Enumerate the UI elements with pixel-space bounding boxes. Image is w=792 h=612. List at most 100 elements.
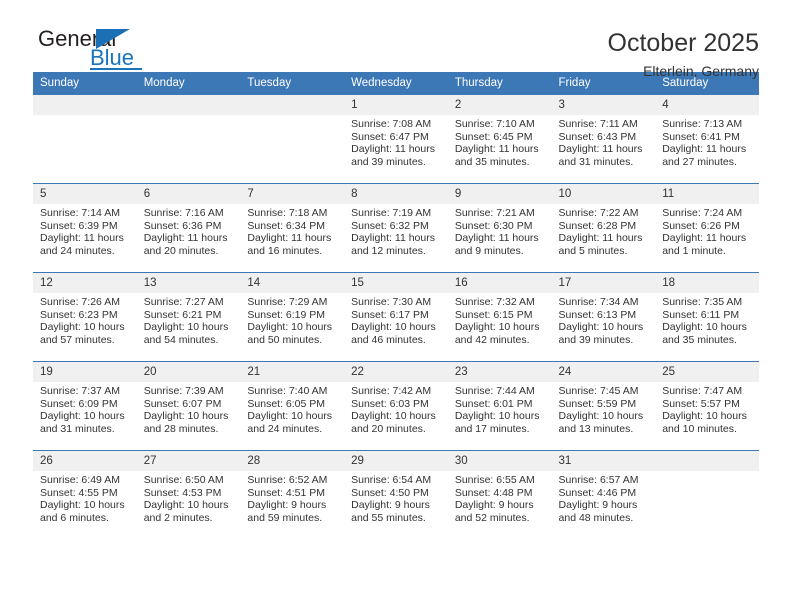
day-number: 30 xyxy=(447,451,552,471)
calendar-day-cell[interactable]: 10 Sunrise: 7:22 AM Sunset: 6:28 PM Dayligh… xyxy=(551,183,656,273)
daylight-text: Daylight: 10 hours xyxy=(351,410,436,423)
day-cell-inner: 28 Sunrise: 6:52 AM Sunset: 4:51 PM Dayligh… xyxy=(240,451,345,539)
day-cell-inner: 17 Sunrise: 7:34 AM Sunset: 6:13 PM Dayligh… xyxy=(551,273,656,361)
calendar-day-cell[interactable]: 5 Sunrise: 7:14 AM Sunset: 6:39 PM Daylight… xyxy=(33,183,137,273)
sunrise-text: Sunrise: 7:27 AM xyxy=(143,296,224,308)
day-cell-inner: 12 Sunrise: 7:26 AM Sunset: 6:23 PM Dayligh… xyxy=(33,273,137,361)
calendar-day-cell[interactable]: 24 Sunrise: 7:45 AM Sunset: 5:59 PM Dayligh… xyxy=(551,361,656,451)
sunrise-text: Sunrise: 7:30 AM xyxy=(351,296,432,308)
sunset-text: Sunset: 6:30 PM xyxy=(454,219,533,232)
calendar-day-cell[interactable]: 31 Sunrise: 6:57 AM Sunset: 4:46 PM Dayligh… xyxy=(551,450,656,539)
day-cell-inner: 7 Sunrise: 7:18 AM Sunset: 6:34 PM Daylight… xyxy=(240,184,345,272)
calendar-day-cell[interactable]: 16 Sunrise: 7:32 AM Sunset: 6:15 PM Dayligh… xyxy=(447,272,552,362)
calendar-day-cell[interactable]: 13 Sunrise: 7:27 AM Sunset: 6:21 PM Dayligh… xyxy=(136,272,241,362)
day-cell-inner: 21 Sunrise: 7:40 AM Sunset: 6:05 PM Dayligh… xyxy=(240,362,345,450)
sunset-text: Sunset: 5:57 PM xyxy=(662,397,740,410)
sunset-text: Sunset: 6:03 PM xyxy=(351,397,429,410)
calendar-day-cell[interactable]: 12 Sunrise: 7:26 AM Sunset: 6:23 PM Dayligh… xyxy=(33,272,137,362)
sunrise-text: Sunrise: 6:52 AM xyxy=(247,474,328,486)
day-sun-info: Sunrise: 7:34 AM Sunset: 6:13 PM Daylight:… xyxy=(552,293,656,346)
calendar-day-cell[interactable]: 2 Sunrise: 7:10 AM Sunset: 6:45 PM Daylight… xyxy=(447,94,552,184)
sunset-text: Sunset: 6:32 PM xyxy=(351,219,429,232)
day-cell-inner: 6 Sunrise: 7:16 AM Sunset: 6:36 PM Daylight… xyxy=(136,184,241,272)
sunset-text: Sunset: 6:34 PM xyxy=(247,219,326,232)
page-title: October 2025 xyxy=(607,29,760,57)
daylight-text: Daylight: 11 hours xyxy=(662,232,747,245)
day-sun-info: Sunrise: 7:32 AM Sunset: 6:15 PM Daylight:… xyxy=(448,293,552,346)
daylight-text: and 39 minutes. xyxy=(558,333,634,346)
day-number: 4 xyxy=(655,95,759,115)
day-cell-inner: 1 Sunrise: 7:08 AM Sunset: 6:47 PM Daylight… xyxy=(344,95,448,183)
day-cell-inner: 11 Sunrise: 7:24 AM Sunset: 6:26 PM Dayligh… xyxy=(655,184,759,272)
day-cell-inner xyxy=(655,451,759,539)
calendar-day-cell[interactable]: 14 Sunrise: 7:29 AM Sunset: 6:19 PM Dayligh… xyxy=(240,272,345,362)
calendar-day-cell[interactable]: 30 Sunrise: 6:55 AM Sunset: 4:48 PM Dayligh… xyxy=(447,450,552,539)
calendar-day-cell[interactable]: 25 Sunrise: 7:47 AM Sunset: 5:57 PM Dayligh… xyxy=(655,361,759,451)
calendar-day-cell[interactable]: 23 Sunrise: 7:44 AM Sunset: 6:01 PM Dayligh… xyxy=(447,361,552,451)
daylight-text: Daylight: 10 hours xyxy=(40,410,125,423)
daylight-text: Daylight: 10 hours xyxy=(40,499,125,512)
sunset-text: Sunset: 6:23 PM xyxy=(40,308,118,321)
sunset-text: Sunset: 6:19 PM xyxy=(247,308,326,321)
logo-underline xyxy=(90,68,142,70)
calendar-day-cell[interactable]: 7 Sunrise: 7:18 AM Sunset: 6:34 PM Daylight… xyxy=(240,183,345,273)
sunset-text: Sunset: 6:17 PM xyxy=(351,308,429,321)
calendar-day-cell[interactable]: 11 Sunrise: 7:24 AM Sunset: 6:26 PM Dayligh… xyxy=(655,183,759,273)
sunset-text: Sunset: 6:47 PM xyxy=(351,130,429,143)
day-cell-inner: 22 Sunrise: 7:42 AM Sunset: 6:03 PM Dayligh… xyxy=(344,362,448,450)
calendar-day-cell[interactable]: 18 Sunrise: 7:35 AM Sunset: 6:11 PM Dayligh… xyxy=(655,272,759,362)
calendar-day-cell[interactable]: 26 Sunrise: 6:49 AM Sunset: 4:55 PM Dayligh… xyxy=(33,450,137,539)
day-number: 28 xyxy=(240,451,345,471)
sunset-text: Sunset: 4:55 PM xyxy=(40,486,118,499)
daylight-text: and 20 minutes. xyxy=(143,244,219,257)
calendar-day-cell[interactable]: 21 Sunrise: 7:40 AM Sunset: 6:05 PM Dayligh… xyxy=(240,361,345,451)
daylight-text: and 2 minutes. xyxy=(143,511,213,524)
day-number: 29 xyxy=(344,451,448,471)
day-sun-info: Sunrise: 7:27 AM Sunset: 6:21 PM Daylight:… xyxy=(137,293,241,346)
sunrise-text: Sunrise: 7:40 AM xyxy=(247,385,328,397)
calendar-day-cell[interactable]: 19 Sunrise: 7:37 AM Sunset: 6:09 PM Dayligh… xyxy=(33,361,137,451)
day-cell-inner: 8 Sunrise: 7:19 AM Sunset: 6:32 PM Daylight… xyxy=(344,184,448,272)
calendar-day-cell[interactable]: 17 Sunrise: 7:34 AM Sunset: 6:13 PM Dayligh… xyxy=(551,272,656,362)
sunrise-text: Sunrise: 7:18 AM xyxy=(247,207,328,219)
sunrise-text: Sunrise: 7:35 AM xyxy=(662,296,743,308)
calendar-day-cell[interactable]: 27 Sunrise: 6:50 AM Sunset: 4:53 PM Dayligh… xyxy=(136,450,241,539)
calendar-day-cell[interactable]: 8 Sunrise: 7:19 AM Sunset: 6:32 PM Daylight… xyxy=(344,183,448,273)
day-number: 20 xyxy=(136,362,241,382)
day-number xyxy=(136,95,241,115)
general-blue-logo[interactable]: General Blue xyxy=(33,26,143,74)
calendar-day-cell[interactable]: 20 Sunrise: 7:39 AM Sunset: 6:07 PM Dayligh… xyxy=(136,361,241,451)
sunrise-sunset-calendar: Sunday Monday Tuesday Wednesday Thursday Frid… xyxy=(33,72,759,539)
day-cell-inner: 24 Sunrise: 7:45 AM Sunset: 5:59 PM Dayligh… xyxy=(551,362,656,450)
daylight-text: Daylight: 11 hours xyxy=(40,232,124,245)
daylight-text: Daylight: 10 hours xyxy=(454,410,540,423)
day-sun-info: Sunrise: 7:45 AM Sunset: 5:59 PM Daylight:… xyxy=(552,382,656,435)
sunset-text: Sunset: 6:39 PM xyxy=(40,219,118,232)
day-number: 5 xyxy=(33,184,137,204)
calendar-day-cell[interactable]: 28 Sunrise: 6:52 AM Sunset: 4:51 PM Dayligh… xyxy=(240,450,345,539)
daylight-text: and 31 minutes. xyxy=(40,422,115,435)
calendar-day-cell[interactable]: 15 Sunrise: 7:30 AM Sunset: 6:17 PM Dayligh… xyxy=(344,272,448,362)
sunrise-text: Sunrise: 7:21 AM xyxy=(454,207,535,219)
sunrise-text: Sunrise: 7:14 AM xyxy=(40,207,120,219)
daylight-text: and 9 minutes. xyxy=(454,244,524,257)
calendar-day-cell[interactable]: 6 Sunrise: 7:16 AM Sunset: 6:36 PM Daylight… xyxy=(136,183,241,273)
day-cell-inner: 3 Sunrise: 7:11 AM Sunset: 6:43 PM Daylight… xyxy=(551,95,656,183)
sunset-text: Sunset: 6:41 PM xyxy=(662,130,740,143)
calendar-day-cell[interactable]: 3 Sunrise: 7:11 AM Sunset: 6:43 PM Daylight… xyxy=(551,94,656,184)
day-number: 31 xyxy=(551,451,656,471)
calendar-day-cell[interactable]: 22 Sunrise: 7:42 AM Sunset: 6:03 PM Dayligh… xyxy=(344,361,448,451)
calendar-day-cell[interactable]: 9 Sunrise: 7:21 AM Sunset: 6:30 PM Daylight… xyxy=(447,183,552,273)
sunset-text: Sunset: 6:15 PM xyxy=(454,308,533,321)
day-sun-info: Sunrise: 6:52 AM Sunset: 4:51 PM Daylight:… xyxy=(240,471,344,524)
calendar-day-cell[interactable]: 1 Sunrise: 7:08 AM Sunset: 6:47 PM Daylight… xyxy=(344,94,448,184)
calendar-day-cell[interactable]: 4 Sunrise: 7:13 AM Sunset: 6:41 PM Daylight… xyxy=(655,94,759,184)
day-cell-inner: 26 Sunrise: 6:49 AM Sunset: 4:55 PM Dayligh… xyxy=(33,451,137,539)
day-cell-inner: 9 Sunrise: 7:21 AM Sunset: 6:30 PM Daylight… xyxy=(447,184,552,272)
daylight-text: Daylight: 10 hours xyxy=(351,321,436,334)
day-sun-info: Sunrise: 6:54 AM Sunset: 4:50 PM Daylight:… xyxy=(344,471,448,524)
calendar-day-cell[interactable]: 29 Sunrise: 6:54 AM Sunset: 4:50 PM Dayligh… xyxy=(344,450,448,539)
day-number: 23 xyxy=(447,362,552,382)
sunset-text: Sunset: 6:36 PM xyxy=(143,219,222,232)
daylight-text: and 16 minutes. xyxy=(247,244,323,257)
